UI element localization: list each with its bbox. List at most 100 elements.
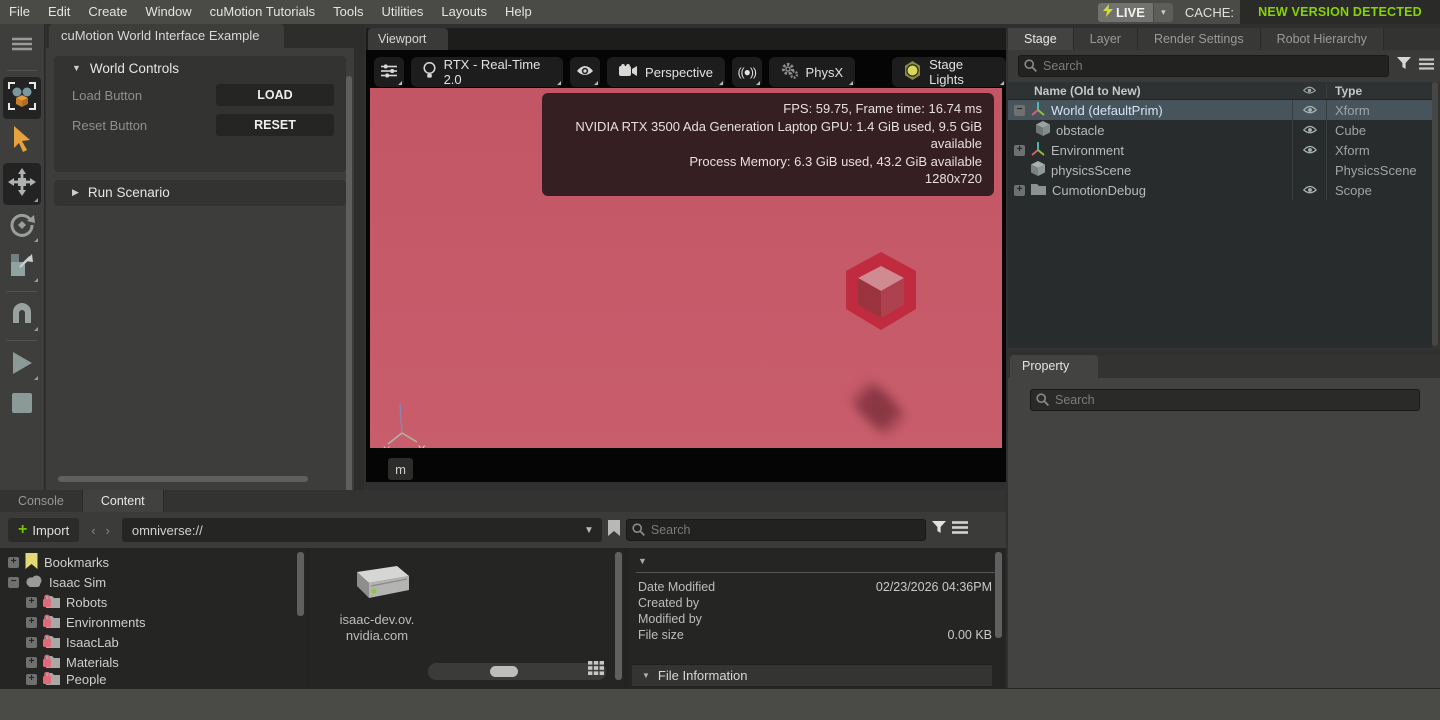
options-icon[interactable] (1419, 57, 1434, 75)
expand-expander-icon[interactable]: + (8, 557, 19, 568)
stage-tree-header[interactable]: Name (Old to New) Type (1008, 82, 1432, 100)
tree-item-environments[interactable]: + Environments (0, 612, 306, 632)
snap-tool[interactable] (3, 298, 41, 334)
collapse-expander-icon[interactable]: − (1014, 105, 1025, 116)
tab-layer[interactable]: Layer (1074, 28, 1138, 50)
content-search-input[interactable] (626, 519, 926, 541)
tab-property[interactable]: Property (1010, 355, 1098, 378)
run-scenario-header[interactable]: ▶ Run Scenario (54, 180, 346, 204)
tree-item-bookmarks[interactable]: + Bookmarks (0, 552, 306, 572)
visibility-toggle[interactable] (1292, 120, 1326, 140)
tab-stage[interactable]: Stage (1008, 28, 1074, 50)
reset-button[interactable]: RESET (216, 114, 334, 136)
tab-robot-hierarchy[interactable]: Robot Hierarchy (1261, 28, 1384, 50)
waypoint-button[interactable]: ((●)) (732, 57, 762, 87)
menu-utilities[interactable]: Utilities (373, 0, 433, 24)
renderer-button[interactable]: RTX - Real-Time 2.0 (411, 57, 564, 87)
frame-selection-tool[interactable] (3, 77, 41, 119)
tab-viewport[interactable]: Viewport (368, 28, 448, 50)
tree-item-materials[interactable]: + Materials (0, 652, 306, 672)
unit-badge[interactable]: m (388, 458, 413, 480)
collapse-expander-icon[interactable]: − (8, 577, 19, 588)
tree-scrollbar[interactable] (297, 552, 304, 616)
thumbnail-zoom-slider[interactable] (428, 663, 606, 680)
render-view[interactable]: FPS: 59.75, Frame time: 16.74 ms NVIDIA … (370, 88, 1002, 448)
tab-cumotion-example[interactable]: cuMotion World Interface Example (49, 24, 284, 48)
file-information-header[interactable]: ▼ File Information (632, 664, 992, 686)
visibility-toggle[interactable] (1292, 180, 1326, 200)
forward-icon[interactable]: › (106, 523, 110, 538)
scale-tool[interactable] (3, 249, 41, 285)
play-button[interactable] (3, 347, 41, 383)
camera-button[interactable]: Perspective (607, 57, 725, 87)
select-tool[interactable] (3, 123, 41, 159)
bookmark-icon[interactable] (608, 520, 620, 541)
obstacle-cube[interactable] (838, 246, 924, 343)
path-dropdown-icon[interactable]: ▼ (584, 525, 602, 536)
expand-expander-icon[interactable]: + (26, 597, 37, 608)
expand-expander-icon[interactable]: + (26, 637, 37, 648)
move-tool[interactable] (3, 163, 41, 205)
visibility-toggle[interactable] (1292, 140, 1326, 160)
stage-row-physicsscene[interactable]: physicsScene PhysicsScene (1008, 160, 1432, 180)
import-button[interactable]: + Import (8, 518, 79, 542)
visibility-toggle[interactable] (1292, 100, 1326, 120)
menu-layouts[interactable]: Layouts (432, 0, 496, 24)
details-collapse-icon[interactable]: ▼ (628, 548, 1006, 570)
tab-content[interactable]: Content (83, 490, 164, 512)
property-search-input[interactable] (1030, 389, 1420, 411)
menu-file[interactable]: File (0, 0, 39, 24)
menu-edit[interactable]: Edit (39, 0, 79, 24)
column-type[interactable]: Type (1326, 84, 1432, 98)
column-name[interactable]: Name (Old to New) (1008, 84, 1292, 98)
column-visibility[interactable] (1292, 86, 1326, 95)
tree-item-robots[interactable]: + Robots (0, 592, 306, 612)
stage-row-cumotiondebug[interactable]: + CumotionDebug Scope (1008, 180, 1432, 200)
world-controls-header[interactable]: ▼ World Controls (54, 56, 346, 80)
expand-expander-icon[interactable]: + (26, 674, 37, 685)
sidebar-menu-button[interactable] (3, 28, 41, 64)
server-item[interactable]: isaac-dev.ov. nvidia.com (322, 564, 432, 644)
zoom-slider-handle[interactable] (490, 666, 518, 677)
cache-status-box[interactable]: NEW VERSION DETECTED (1240, 0, 1440, 24)
grid-view-icon[interactable] (588, 661, 604, 680)
expand-expander-icon[interactable]: + (1014, 145, 1025, 156)
rotate-tool[interactable] (3, 209, 41, 245)
physics-button[interactable]: PhysX (769, 57, 856, 87)
tree-item-isaac-sim[interactable]: − Isaac Sim (0, 572, 306, 592)
menu-help[interactable]: Help (496, 0, 541, 24)
tree-item-isaaclab[interactable]: + IsaacLab (0, 632, 306, 652)
path-input[interactable] (122, 523, 584, 538)
stage-lights-button[interactable]: Stage Lights (892, 57, 1006, 87)
extension-horizontal-scrollbar[interactable] (58, 476, 308, 482)
filter-icon[interactable] (932, 521, 946, 539)
menu-window[interactable]: Window (136, 0, 200, 24)
stop-button[interactable] (3, 387, 41, 423)
extension-vertical-scrollbar[interactable] (346, 76, 352, 506)
viewport-body[interactable]: RTX - Real-Time 2.0 Perspective ((●)) (366, 50, 1006, 482)
load-button[interactable]: LOAD (216, 84, 334, 106)
tab-console[interactable]: Console (0, 490, 83, 512)
menu-create[interactable]: Create (79, 0, 136, 24)
expand-expander-icon[interactable]: + (26, 657, 37, 668)
expand-expander-icon[interactable]: + (1014, 185, 1025, 196)
stage-row-obstacle[interactable]: obstacle Cube (1008, 120, 1432, 140)
menu-tools[interactable]: Tools (324, 0, 372, 24)
stage-row-environment[interactable]: + Environment Xform (1008, 140, 1432, 160)
grid-scrollbar[interactable] (615, 552, 622, 680)
expand-expander-icon[interactable]: + (26, 617, 37, 628)
viewport-settings-button[interactable] (374, 57, 404, 87)
tree-item-people[interactable]: + People (0, 672, 306, 686)
filter-icon[interactable] (1397, 57, 1411, 75)
tab-render-settings[interactable]: Render Settings (1138, 28, 1261, 50)
options-icon[interactable] (952, 521, 968, 539)
stage-scrollbar[interactable] (1432, 82, 1438, 346)
stage-row-world[interactable]: − World (defaultPrim) Xform (1008, 100, 1432, 120)
details-scrollbar[interactable] (995, 552, 1002, 638)
visibility-button[interactable] (570, 57, 600, 87)
live-button[interactable]: LIVE (1098, 3, 1153, 22)
back-icon[interactable]: ‹ (91, 523, 95, 538)
stage-search-input[interactable] (1018, 55, 1389, 77)
live-dropdown-chevron[interactable]: ▾ (1153, 3, 1173, 22)
menu-cumotion-tutorials[interactable]: cuMotion Tutorials (201, 0, 325, 24)
